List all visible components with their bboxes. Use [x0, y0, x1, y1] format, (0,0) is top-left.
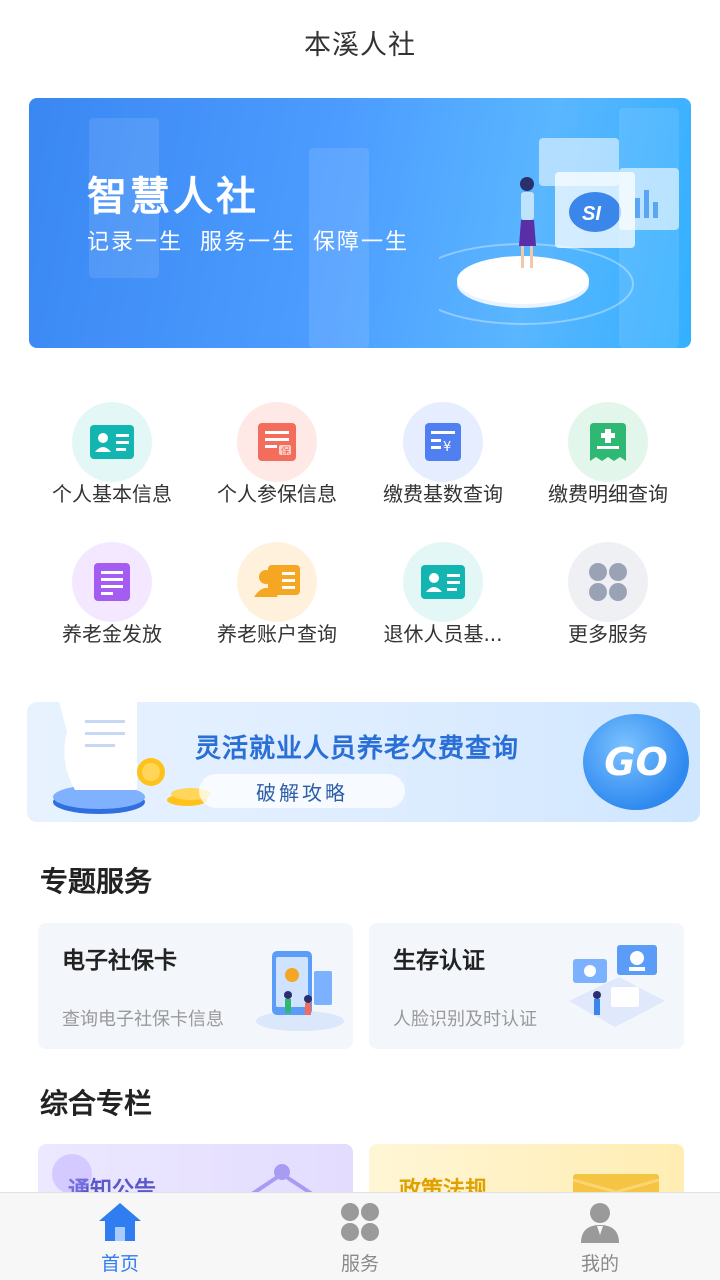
- bottom-tab-bar: 首页 服务 我的: [0, 1192, 720, 1280]
- tab-label: 首页: [100, 1253, 139, 1275]
- svg-text:¥: ¥: [443, 440, 451, 455]
- card-title: 生存认证: [393, 948, 485, 974]
- card-title: 电子社保卡: [62, 948, 177, 974]
- service-item-payment-detail[interactable]: 缴费明细查询: [518, 398, 698, 518]
- payment-base-icon: ¥: [425, 423, 461, 461]
- service-label: 养老金发放: [62, 622, 162, 646]
- user-icon: [581, 1203, 619, 1243]
- go-button[interactable]: GO: [583, 714, 689, 810]
- arrears-query-banner[interactable]: 灵活就业人员养老欠费查询 破解攻略 GO: [27, 702, 700, 822]
- tab-label: 我的: [580, 1253, 619, 1275]
- banner-headline: 智慧人社: [87, 174, 259, 220]
- service-label: 缴费明细查询: [548, 482, 668, 506]
- topic-card-e-social-card[interactable]: 电子社保卡 查询电子社保卡信息: [38, 923, 353, 1049]
- insurance-doc-icon: 保: [258, 423, 296, 461]
- retiree-card-icon: [421, 565, 465, 599]
- topic-services-title: 专题服务: [40, 865, 153, 898]
- phone-card-illustration: [256, 951, 344, 1031]
- promo-title: 灵活就业人员养老欠费查询: [195, 734, 520, 764]
- face-recognition-illustration: [569, 945, 665, 1027]
- service-label: 更多服务: [568, 622, 648, 646]
- svg-text:SI: SI: [582, 203, 601, 225]
- service-item-payment-base[interactable]: ¥ 缴费基数查询: [353, 398, 533, 518]
- service-grid-icon: [341, 1203, 379, 1241]
- pension-payout-icon: [94, 563, 130, 601]
- id-card-icon: [90, 425, 134, 459]
- card-subtitle: 查询电子社保卡信息: [62, 1009, 224, 1030]
- go-label: GO: [604, 740, 668, 784]
- banner-illustration: SI: [439, 138, 679, 325]
- service-label: 养老账户查询: [217, 622, 337, 646]
- pension-account-icon: [254, 565, 300, 597]
- page-title: 本溪人社: [304, 29, 416, 61]
- service-label: 退休人员基...: [383, 622, 503, 646]
- service-label: 个人参保信息: [217, 482, 337, 506]
- home-icon: [99, 1203, 141, 1241]
- banner-slogan: 记录一生 服务一生 保障一生: [87, 230, 409, 255]
- tab-mine[interactable]: 我的: [480, 1193, 720, 1280]
- card-subtitle: 人脸识别及时认证: [393, 1009, 537, 1030]
- payment-detail-icon: [590, 423, 626, 461]
- strategy-button[interactable]: 破解攻略: [199, 774, 405, 808]
- service-item-pension-payout[interactable]: 养老金发放: [22, 538, 202, 658]
- hero-banner[interactable]: 智慧人社 记录一生 服务一生 保障一生 SI: [29, 98, 691, 348]
- service-item-personal-info[interactable]: 个人基本信息: [22, 398, 202, 518]
- decor-circle: [52, 1154, 92, 1194]
- title-bar: 本溪人社: [0, 0, 720, 84]
- more-services-icon: [589, 563, 627, 601]
- tab-home[interactable]: 首页: [0, 1193, 240, 1280]
- tab-services[interactable]: 服务: [240, 1193, 480, 1280]
- svg-text:保: 保: [281, 445, 290, 457]
- service-label: 缴费基数查询: [383, 482, 503, 506]
- topic-card-survival-auth[interactable]: 生存认证 人脸识别及时认证: [369, 923, 684, 1049]
- receipt-illustration: [53, 702, 211, 814]
- tab-label: 服务: [340, 1253, 379, 1275]
- service-item-insurance-info[interactable]: 保 个人参保信息: [187, 398, 367, 518]
- service-item-retiree-info[interactable]: 退休人员基...: [353, 538, 533, 658]
- service-item-more[interactable]: 更多服务: [518, 538, 698, 658]
- service-item-pension-account[interactable]: 养老账户查询: [187, 538, 367, 658]
- columns-title: 综合专栏: [40, 1087, 153, 1120]
- service-label: 个人基本信息: [52, 482, 172, 506]
